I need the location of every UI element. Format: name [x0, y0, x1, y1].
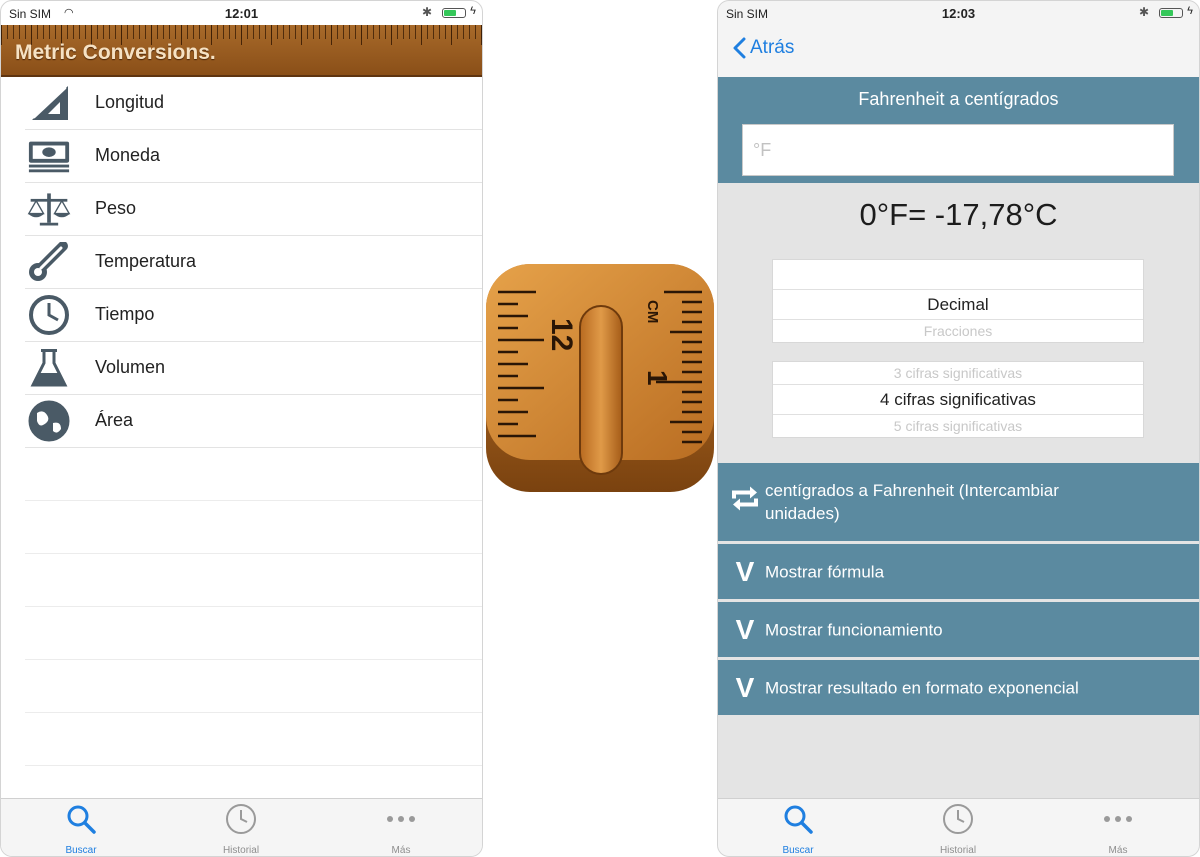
picker-option[interactable]	[773, 260, 1143, 290]
action-list: centígrados a Fahrenheit (Intercambiar u…	[718, 463, 1199, 718]
tab-bar: Buscar Historial Más	[1, 798, 482, 856]
tab-mas[interactable]: Más	[341, 803, 461, 856]
chevron-down-icon: V	[735, 671, 755, 703]
tab-label: Buscar	[65, 845, 97, 856]
navigation-bar: Atrás	[718, 25, 1199, 77]
clock-label: 12:03	[941, 6, 976, 21]
empty-row	[25, 554, 482, 607]
tab-buscar[interactable]: Buscar	[738, 803, 858, 856]
left-phone-screen: Sin SIM ◠ 12:01 ✱ ϟ Metric Conversions. …	[0, 0, 483, 857]
tab-label: Historial	[222, 845, 260, 856]
category-list: Longitud Moneda Peso Temperatura Tiempo	[1, 77, 482, 766]
category-label: Temperatura	[95, 251, 197, 271]
show-formula-button[interactable]: V Mostrar fórmula	[718, 544, 1199, 602]
category-label: Moneda	[95, 145, 161, 165]
empty-row	[25, 501, 482, 554]
ruler-triangle-icon	[27, 83, 71, 123]
globe-icon	[27, 400, 71, 442]
show-workings-button[interactable]: V Mostrar funcionamiento	[718, 602, 1199, 660]
tab-historial[interactable]: Historial	[181, 803, 301, 856]
clock-icon	[27, 295, 71, 335]
action-label: Mostrar resultado en formato exponencial	[765, 678, 1079, 697]
status-bar: Sin SIM 12:03 ✱ ϟ	[718, 1, 1199, 25]
scale-icon	[27, 189, 71, 229]
tab-buscar[interactable]: Buscar	[21, 803, 141, 856]
charging-icon: ϟ	[470, 5, 476, 17]
bluetooth-icon: ✱	[1138, 5, 1149, 19]
tab-label: Más	[391, 845, 411, 856]
money-icon	[27, 136, 71, 176]
tab-historial[interactable]: Historial	[898, 803, 1018, 856]
empty-row	[25, 660, 482, 713]
tab-label: Buscar	[782, 845, 814, 856]
swap-units-button[interactable]: centígrados a Fahrenheit (Intercambiar u…	[718, 463, 1199, 544]
ruler-number-1: 1	[642, 370, 673, 386]
clock-label: 12:01	[224, 6, 259, 21]
action-label: Mostrar funcionamiento	[765, 620, 943, 639]
picker-option[interactable]: 5 cifras significativas	[773, 415, 1143, 437]
action-label: Mostrar fórmula	[765, 562, 885, 581]
tab-label: Historial	[939, 845, 977, 856]
chevron-down-icon: V	[735, 613, 755, 645]
tab-label: Más	[1108, 845, 1128, 856]
category-item-area[interactable]: Área	[25, 395, 482, 448]
picker-option-selected[interactable]: 4 cifras significativas	[773, 385, 1143, 415]
category-item-peso[interactable]: Peso	[25, 183, 482, 236]
chevron-down-icon: V	[735, 555, 755, 587]
category-item-longitud[interactable]: Longitud	[25, 77, 482, 130]
history-clock-icon	[898, 803, 1018, 835]
conversion-title: Fahrenheit a centígrados	[858, 89, 1059, 109]
history-clock-icon	[181, 803, 301, 835]
app-title: Metric Conversions.	[15, 41, 216, 64]
category-label: Volumen	[95, 357, 166, 377]
category-label: Área	[95, 410, 134, 430]
ruler-header: Metric Conversions.	[1, 25, 482, 77]
status-bar: Sin SIM ◠ 12:01 ✱ ϟ	[1, 1, 482, 25]
category-label: Peso	[95, 198, 137, 218]
app-icon: 12 CM 1	[484, 262, 716, 494]
picker-option[interactable]: 3 cifras significativas	[773, 362, 1143, 385]
tab-mas[interactable]: Más	[1058, 803, 1178, 856]
charging-icon: ϟ	[1187, 5, 1193, 17]
fahrenheit-input[interactable]	[742, 124, 1174, 176]
conversion-result: 0°F= -17,78°C	[859, 197, 1058, 232]
search-icon	[738, 803, 858, 835]
search-icon	[21, 803, 141, 835]
swap-label: centígrados a Fahrenheit (Intercambiar u…	[765, 481, 1059, 523]
empty-row	[25, 713, 482, 766]
ruler-unit-cm: CM	[644, 300, 661, 323]
battery-icon	[442, 8, 466, 18]
bluetooth-icon: ✱	[421, 5, 432, 19]
conversion-panel: Fahrenheit a centígrados	[718, 77, 1199, 183]
category-item-tiempo[interactable]: Tiempo	[25, 289, 482, 342]
format-picker[interactable]: Decimal Fracciones	[772, 259, 1144, 343]
category-item-moneda[interactable]: Moneda	[25, 130, 482, 183]
flask-icon	[27, 348, 71, 388]
chevron-left-icon	[733, 37, 746, 59]
ruler-number-12: 12	[545, 318, 578, 351]
category-item-temperatura[interactable]: Temperatura	[25, 236, 482, 289]
precision-picker[interactable]: 3 cifras significativas 4 cifras signifi…	[772, 361, 1144, 438]
battery-icon	[1159, 8, 1183, 18]
picker-option-selected[interactable]: Decimal	[773, 290, 1143, 320]
show-exponential-button[interactable]: V Mostrar resultado en formato exponenci…	[718, 660, 1199, 718]
category-item-volumen[interactable]: Volumen	[25, 342, 482, 395]
empty-row	[25, 607, 482, 660]
ruler-app-icon: 12 CM 1	[486, 264, 714, 492]
swap-arrows-icon	[726, 485, 764, 520]
more-dots-icon	[341, 803, 461, 835]
back-label: Atrás	[750, 37, 795, 58]
empty-row	[25, 448, 482, 501]
category-label: Tiempo	[95, 304, 155, 324]
picker-option[interactable]: Fracciones	[773, 320, 1143, 342]
tab-bar: Buscar Historial Más	[718, 798, 1199, 856]
category-label: Longitud	[95, 92, 165, 112]
more-dots-icon	[1058, 803, 1178, 835]
back-button[interactable]: Atrás	[732, 37, 794, 59]
thermometer-icon	[27, 242, 71, 282]
right-phone-screen: Sin SIM 12:03 ✱ ϟ Atrás Fahrenheit a cen…	[717, 0, 1200, 857]
